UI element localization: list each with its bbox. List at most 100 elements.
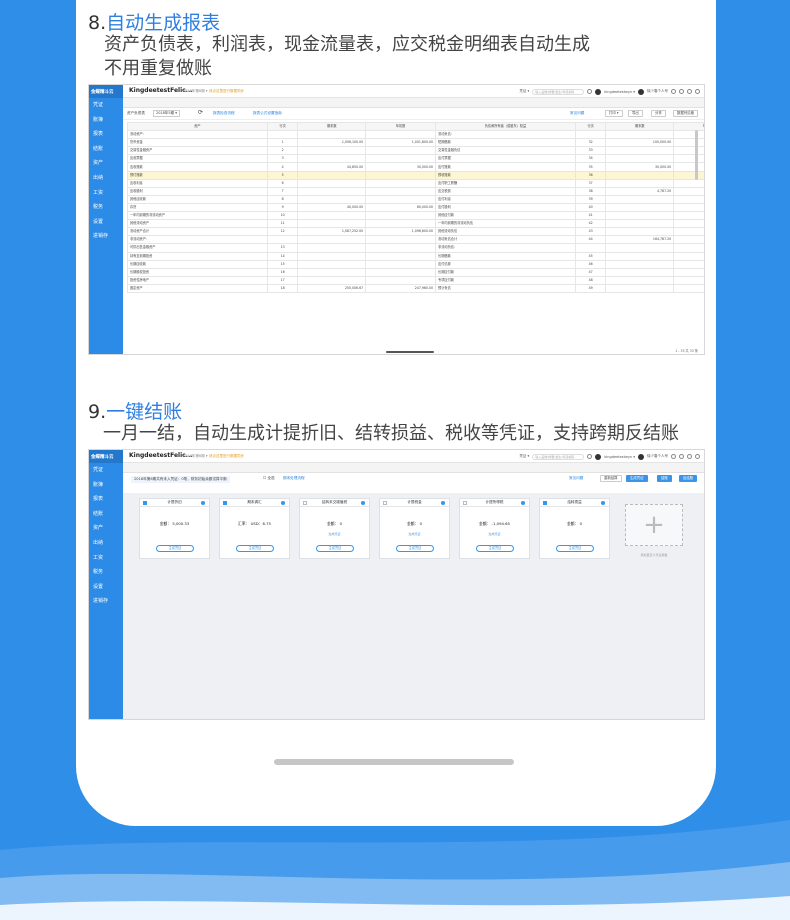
reset-button[interactable]: 重新结算	[600, 475, 622, 482]
table-row[interactable]: 其他应收款 8 应付利息 39	[127, 194, 704, 204]
user-name[interactable]: kingdeetestwyn ▾	[604, 455, 635, 459]
table-row[interactable]: 可供出售金融资产 13 非流动负债：	[127, 243, 704, 253]
table-row[interactable]: 交易性金融资产 2 交易性金融负债 33	[127, 146, 704, 156]
sidebar-item[interactable]: 凭证	[89, 98, 123, 113]
sidebar-item[interactable]: 税务	[89, 565, 123, 580]
table-row[interactable]: 预付账款 5 预收账款 36	[127, 170, 704, 180]
card-link[interactable]: 生成凭证	[380, 532, 449, 536]
user-name[interactable]: kingdeetestwyn ▾	[604, 90, 635, 94]
flow-link[interactable]: 期末处理流程	[283, 476, 305, 481]
period-selector[interactable]: 2018年第6期 ▾	[183, 454, 208, 459]
table-row[interactable]: 持有至到期投资 14 长期借款 45	[127, 251, 704, 261]
settings-icon[interactable]	[679, 454, 684, 459]
table-row[interactable]: 应收票据 3 应付票据 34	[127, 154, 704, 164]
sidebar-item[interactable]: 结账	[89, 507, 123, 522]
sidebar-item[interactable]: 账簿	[89, 478, 123, 493]
sidebar-item[interactable]: 账簿	[89, 113, 123, 128]
search-input[interactable]: 输入品数/摘要/发生/科目编码	[532, 453, 585, 460]
sidebar-item[interactable]: 结账	[89, 142, 123, 157]
sidebar-item[interactable]: 设置	[89, 580, 123, 595]
sync-tip[interactable]: 请点这里进行数据同步	[209, 454, 244, 459]
gear-icon[interactable]	[601, 501, 605, 505]
card-link[interactable]: 生成凭证	[460, 532, 529, 536]
table-row[interactable]: 长期股权投资 16 长期应付款 47	[127, 267, 704, 277]
table-row[interactable]: 应收股利 7 应交税费 38 4,787.20	[127, 186, 704, 196]
sidebar-item[interactable]: 资产	[89, 156, 123, 171]
sidebar-item[interactable]: 设置	[89, 215, 123, 230]
card-link[interactable]: 生成凭证	[300, 532, 369, 536]
search-icon[interactable]	[587, 89, 593, 94]
search-type[interactable]: 凭证 ▾	[519, 89, 529, 94]
faq-link[interactable]: 常见问题	[570, 111, 584, 116]
table-row[interactable]: 存货 9 40,000.00 60,000.00 应付股利 40	[127, 202, 704, 213]
gear-icon[interactable]	[441, 501, 445, 505]
table-row[interactable]: 投资性房地产 17 专项应付款 48	[127, 275, 704, 285]
help-icon[interactable]	[671, 89, 676, 94]
notification-icon[interactable]	[687, 454, 692, 459]
flow-link[interactable]: 报表检查流程	[213, 111, 235, 116]
table-row[interactable]: 非流动资产： 流动负债合计44164,787.20130,000.00	[127, 235, 704, 245]
table-row[interactable]: 固定资产 18 250,006.67 247,960.00 预计负债 49	[127, 283, 704, 293]
table-row[interactable]: 应收利息 6 应付职工薪酬 37	[127, 178, 704, 188]
table-row[interactable]: 一年内到期的非流动资产 10 其他应付款 41	[127, 211, 704, 221]
table-header: 资产	[127, 121, 268, 132]
sidebar-item[interactable]: 税务	[89, 200, 123, 215]
gear-icon[interactable]	[281, 501, 285, 505]
sidebar-item[interactable]: 工资	[89, 551, 123, 566]
sidebar-item[interactable]: 出纳	[89, 171, 123, 186]
period-selector[interactable]: 2018年第6期 ▾	[183, 89, 208, 94]
sidebar-item[interactable]: 工资	[89, 186, 123, 201]
table-cell: 30,000.00	[605, 162, 675, 172]
horizontal-scrollbar[interactable]	[386, 351, 434, 353]
user-account[interactable]: 徐少春个人号	[647, 454, 668, 459]
sidebar-item[interactable]: 凭证	[89, 463, 123, 478]
search-input[interactable]: 输入品数/摘要/发生/科目编码	[532, 88, 585, 95]
gear-icon[interactable]	[201, 501, 205, 505]
export-button[interactable]: 导出	[628, 110, 643, 117]
table-cell	[673, 219, 704, 229]
sync-tip[interactable]: 请点这里进行数据同步	[209, 89, 244, 94]
sidebar-item[interactable]: 出纳	[89, 536, 123, 551]
table-row[interactable]: 流动资产： 流动负债：	[127, 130, 704, 140]
power-icon[interactable]	[695, 89, 700, 94]
generate-voucher-button[interactable]: 生成凭证	[316, 545, 354, 552]
help-icon[interactable]	[671, 454, 676, 459]
search-type[interactable]: 凭证 ▾	[519, 454, 529, 459]
sidebar-item[interactable]: 报表	[89, 127, 123, 142]
print-button[interactable]: 打印 ▾	[605, 110, 623, 117]
gear-icon[interactable]	[361, 501, 365, 505]
share-button[interactable]: 分享	[651, 110, 666, 117]
add-template-card[interactable]: +	[625, 504, 683, 546]
generate-voucher-button[interactable]: 生成凭证	[556, 545, 594, 552]
select-all-checkbox[interactable]: ☐ 全选	[263, 476, 275, 481]
sidebar-item[interactable]: 进销存	[89, 594, 123, 609]
settings-icon[interactable]	[679, 89, 684, 94]
card-amount: 金额： 5,000.33	[140, 521, 209, 526]
notification-icon[interactable]	[687, 89, 692, 94]
generate-voucher-button[interactable]: 生成凭证	[476, 545, 514, 552]
generate-voucher-button[interactable]: 生成凭证	[626, 475, 648, 482]
table-row[interactable]: 长期应收款 15 应付债券 46	[127, 259, 704, 269]
close-period-button[interactable]: 结账	[657, 475, 672, 482]
user-account[interactable]: 徐少春个人号	[647, 89, 668, 94]
power-icon[interactable]	[695, 454, 700, 459]
sidebar-item[interactable]: 进销存	[89, 229, 123, 244]
sidebar-item[interactable]: 报表	[89, 492, 123, 507]
generate-voucher-button[interactable]: 生成凭证	[396, 545, 434, 552]
table-row[interactable]: 流动资产合计 12 1,087,252.00 1,096,600.00 其他流动负债 43	[127, 227, 704, 237]
refresh-icon[interactable]: ⟳	[198, 109, 203, 116]
period-select[interactable]: 2018年5期 ▾	[153, 110, 181, 117]
faq-link[interactable]: 常见问题	[569, 476, 583, 481]
vertical-scrollbar[interactable]	[695, 130, 698, 180]
table-row[interactable]: 应收账款444,850.0030,000.00应付账款3530,000.0030…	[127, 162, 704, 172]
sidebar-item[interactable]: 资产	[89, 521, 123, 536]
generate-voucher-button[interactable]: 生成凭证	[156, 545, 194, 552]
more-button[interactable]: 数据列见格	[673, 110, 698, 117]
search-icon[interactable]	[587, 454, 593, 459]
generate-voucher-button[interactable]: 生成凭证	[236, 545, 274, 552]
gear-icon[interactable]	[521, 501, 525, 505]
table-row[interactable]: 货币资金 1 1,006,100.00 1,001,800.00 短期借款 32 100,0…	[127, 138, 704, 148]
formula-link[interactable]: 报表公式设置指南	[253, 111, 282, 116]
unclose-period-button[interactable]: 反结账	[679, 475, 698, 482]
table-row[interactable]: 其他流动资产 11 一年内到期的非流动负债 42	[127, 219, 704, 229]
